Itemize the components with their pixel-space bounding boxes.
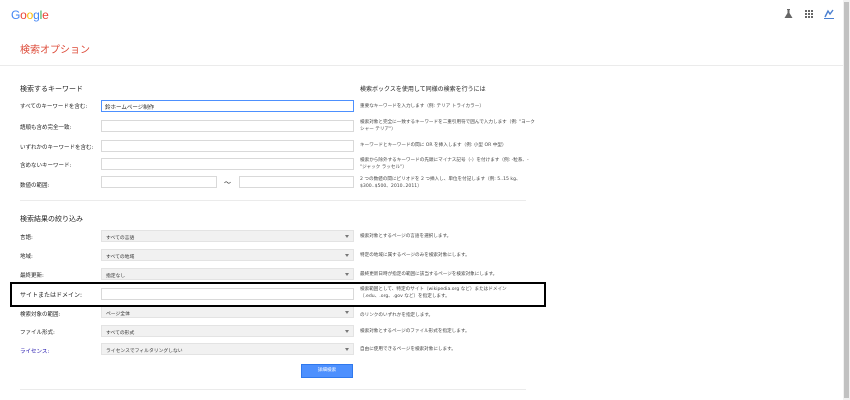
terms-appear-hint: のリンクのいずれかを指定します。: [360, 313, 434, 318]
license-select-value: ライセンスでフィルタリングしない: [106, 349, 183, 354]
region-select[interactable]: すべての地域: [101, 249, 354, 261]
advanced-search-button[interactable]: 詳細検索: [301, 364, 353, 378]
range-from-input[interactable]: [101, 176, 217, 188]
region-select-value: すべての地域: [106, 255, 135, 260]
region-label: 地域:: [20, 254, 33, 260]
chevron-down-icon: [345, 311, 349, 314]
file-type-hint: 検索対象とするページのファイル形式を指定します。: [360, 329, 470, 334]
any-words-hint: キーワードとキーワードの間に OR を挿入します（例: 小型 OR 中型）: [360, 143, 507, 148]
page-title: 検索オプション: [20, 45, 90, 56]
chevron-down-icon: [345, 348, 349, 351]
logo-letter-g: G: [11, 8, 21, 22]
none-words-label: 含めないキーワード:: [20, 163, 72, 169]
range-separator: 〜: [224, 179, 231, 187]
region-hint: 特定の地域に属するページのみを検索対象にします。: [360, 253, 470, 258]
site-domain-hint: 検索範囲として、特定のサイト（wikipedia.org など）またはドメイン（…: [360, 287, 507, 299]
number-range-label: 数値の範囲:: [20, 183, 50, 189]
chevron-down-icon: [345, 330, 349, 333]
last-update-hint: 最終更新日時が指定の範囲に該当するページを検索対象にします。: [360, 272, 498, 277]
all-words-label: すべてのキーワードを含む:: [20, 104, 88, 110]
language-select-value: すべての言語: [106, 236, 135, 241]
apps-grid-icon[interactable]: [805, 10, 813, 18]
terms-appear-select-value: ページ全体: [106, 312, 130, 317]
exact-phrase-input[interactable]: [101, 120, 354, 132]
avatar-icon[interactable]: [823, 8, 835, 20]
terms-appear-label: 検索対象の範囲:: [20, 312, 61, 318]
chevron-down-icon: [345, 273, 349, 276]
language-select[interactable]: すべての言語: [101, 230, 354, 242]
site-domain-label: サイトまたはドメイン:: [20, 292, 83, 299]
language-hint: 検索対象とするページの言語を選択します。: [360, 234, 452, 239]
language-label: 言語:: [20, 235, 33, 241]
none-words-hint: 検索から除外するキーワードの先頭にマイナス記号（-）を付けます（例: -粒系、-…: [360, 158, 529, 170]
file-type-select-value: すべての形式: [106, 331, 135, 336]
all-words-hint: 重要なキーワードを入力します（例: テリア トライカラー）: [360, 104, 484, 109]
none-words-input[interactable]: [101, 158, 354, 170]
last-update-select[interactable]: 指定なし: [101, 268, 354, 280]
file-type-label: ファイル形式:: [20, 330, 55, 336]
keywords-section-title: 検索するキーワード: [20, 85, 83, 93]
exact-phrase-label: 語順も含め完全一致:: [20, 125, 72, 131]
site-domain-input[interactable]: [101, 288, 354, 300]
license-hint: 自由に使用できるページを検索対象にします。: [360, 347, 456, 352]
any-words-label: いずれかのキーワードを含む:: [20, 145, 94, 151]
exact-phrase-hint: 検索対象と完全に一致するキーワードを二重引用符で囲んで入力します（例: "ヨーク…: [360, 120, 535, 132]
scrollbar-thumb[interactable]: [844, 2, 849, 398]
flask-icon[interactable]: [784, 9, 793, 19]
google-logo[interactable]: Google: [11, 8, 49, 22]
section-divider: [20, 200, 526, 201]
chevron-down-icon: [345, 254, 349, 257]
last-update-select-value: 指定なし: [106, 274, 126, 279]
narrow-section-title: 検索結果の絞り込み: [20, 215, 83, 223]
range-to-input[interactable]: [239, 176, 354, 188]
license-link[interactable]: ライセンス:: [20, 347, 49, 355]
top-bar: Google: [0, 0, 850, 30]
footer-divider: [20, 389, 526, 390]
keywords-section-hint: 検索ボックスを使用して同様の検索を行うには: [360, 86, 486, 93]
number-range-hint: 2 つの数値の間にピリオドを 2 つ挿入し、単位を付記します（例: 5..15 …: [360, 177, 521, 189]
header-divider: [0, 65, 843, 66]
license-select[interactable]: ライセンスでフィルタリングしない: [101, 343, 354, 355]
any-words-input[interactable]: [101, 140, 354, 152]
terms-appear-select[interactable]: ページ全体: [101, 306, 354, 318]
site-domain-highlight: サイトまたはドメイン: 検索範囲として、特定のサイト（wikipedia.org…: [10, 282, 546, 307]
file-type-select[interactable]: すべての形式: [101, 325, 354, 337]
all-words-input[interactable]: 鈴ホームページ制作: [101, 100, 354, 112]
last-update-label: 最終更新:: [20, 273, 44, 279]
logo-letter-e: e: [42, 8, 49, 22]
chevron-down-icon: [345, 235, 349, 238]
